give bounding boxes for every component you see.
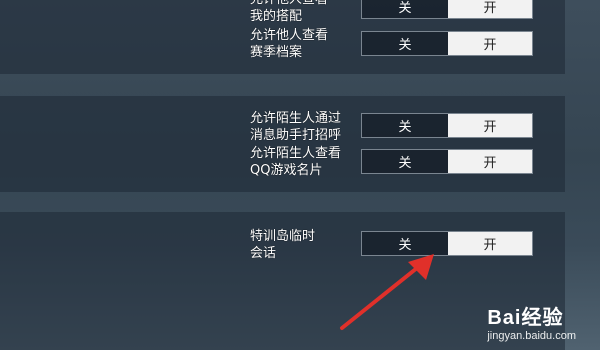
setting-label-view-outfit: 允许他人查看 我的搭配: [250, 0, 328, 24]
toggle-off-option[interactable]: 关: [362, 0, 448, 18]
watermark-brand: Bai经验: [487, 307, 564, 329]
settings-screen: 允许他人查看 我的搭配 关 开 允许他人查看 赛季档案 关 开 允许陌生人通过 …: [0, 0, 600, 350]
toggle-off-option[interactable]: 关: [362, 114, 448, 137]
toggle-on-option[interactable]: 开: [448, 114, 532, 137]
setting-label-stranger-card: 允许陌生人查看 QQ游戏名片: [250, 146, 342, 178]
toggle-stranger-greet[interactable]: 关 开: [361, 113, 533, 138]
toggle-view-outfit[interactable]: 关 开: [361, 0, 533, 19]
toggle-view-season[interactable]: 关 开: [361, 31, 533, 56]
setting-label-stranger-greet: 允许陌生人通过 消息助手打招呼: [250, 111, 342, 143]
toggle-on-option[interactable]: 开: [448, 0, 532, 18]
toggle-on-option[interactable]: 开: [448, 150, 532, 173]
watermark: Bai经验 jingyan.baidu.com: [487, 301, 576, 342]
watermark-url: jingyan.baidu.com: [487, 330, 576, 342]
toggle-on-option[interactable]: 开: [448, 232, 532, 255]
toggle-stranger-card[interactable]: 关 开: [361, 149, 533, 174]
setting-label-view-season: 允许他人查看 赛季档案: [250, 28, 329, 60]
toggle-on-option[interactable]: 开: [448, 32, 532, 55]
toggle-off-option[interactable]: 关: [362, 150, 448, 173]
toggle-off-option[interactable]: 关: [362, 32, 448, 55]
red-arrow-icon: [340, 254, 434, 330]
